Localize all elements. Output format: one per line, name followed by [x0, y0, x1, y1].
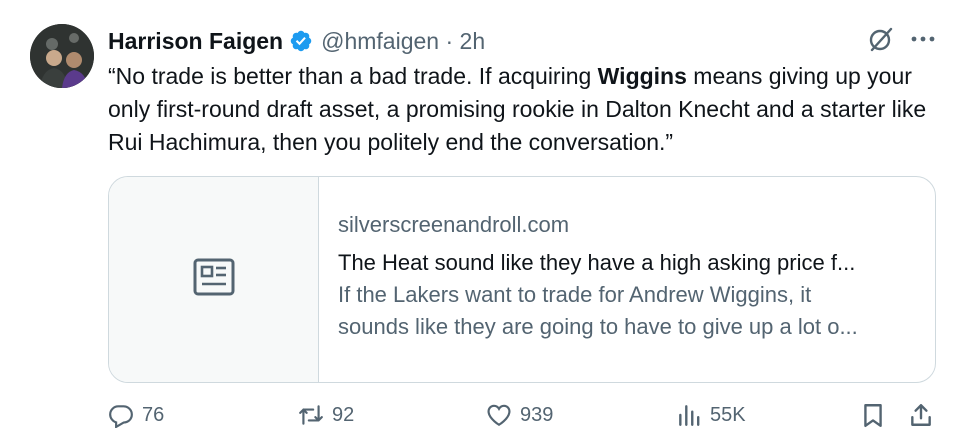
more-options-icon[interactable]: [908, 24, 938, 54]
tweet-text: “No trade is better than a bad trade. If…: [108, 60, 938, 159]
tweet-text-bold: Wiggins: [597, 63, 687, 89]
heart-icon: [487, 404, 511, 427]
grok-icon[interactable]: [866, 24, 896, 54]
card-thumbnail: [109, 177, 319, 382]
bookmark-icon: [864, 404, 882, 428]
card-title: The Heat sound like they have a high ask…: [338, 250, 856, 275]
like-button[interactable]: 939: [486, 402, 553, 428]
card-description-line2: sounds like they are going to have to gi…: [338, 314, 858, 339]
reply-icon: [109, 405, 133, 428]
repost-button[interactable]: 92: [298, 402, 354, 428]
card-description-line1: If the Lakers want to trade for Andrew W…: [338, 282, 812, 307]
like-count: 939: [520, 403, 554, 426]
verified-badge-icon: [289, 29, 313, 53]
share-icon: [911, 404, 931, 426]
handle-text: @hmfaigen: [321, 27, 440, 54]
analytics-icon: [679, 405, 700, 426]
views-count: 55K: [710, 403, 746, 426]
author-handle[interactable]: @hmfaigen · 2h: [321, 28, 485, 55]
tweet-actions: 76 92 939 55K: [108, 402, 938, 436]
reply-count: 76: [142, 403, 165, 426]
separator-dot: ·: [445, 27, 460, 54]
card-body: silverscreenandroll.com The Heat sound l…: [338, 209, 918, 343]
tweet-top-actions: [866, 24, 938, 54]
author-name[interactable]: Harrison Faigen: [108, 28, 283, 55]
avatar[interactable]: [30, 24, 94, 88]
share-button[interactable]: [908, 402, 942, 428]
link-card[interactable]: silverscreenandroll.com The Heat sound l…: [108, 176, 936, 383]
repost-icon: [299, 405, 323, 425]
timestamp[interactable]: 2h: [460, 28, 486, 54]
bookmark-button[interactable]: [860, 402, 894, 428]
views-button[interactable]: 55K: [676, 402, 746, 428]
tweet-header: Harrison Faigen @hmfaigen · 2h: [108, 24, 485, 58]
reply-button[interactable]: 76: [108, 402, 164, 428]
repost-count: 92: [332, 403, 355, 426]
article-icon: [192, 257, 236, 302]
tweet-text-part1: “No trade is better than a bad trade. If…: [108, 63, 598, 89]
card-domain: silverscreenandroll.com: [338, 212, 570, 237]
